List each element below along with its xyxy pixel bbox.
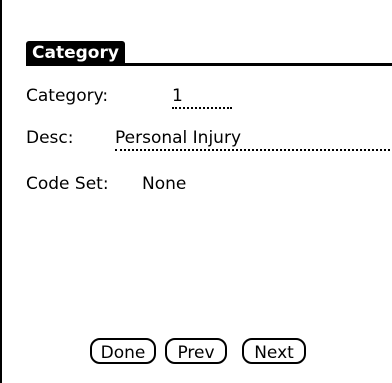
code-set-label: Code Set: <box>26 174 109 194</box>
category-form-screen: Category Category: 1 Desc: Personal Inju… <box>0 0 392 383</box>
screen-border <box>0 0 2 383</box>
done-button[interactable]: Done <box>90 338 156 364</box>
desc-label: Desc: <box>26 128 74 148</box>
category-field[interactable]: 1 <box>172 86 232 109</box>
next-button[interactable]: Next <box>242 338 306 364</box>
prev-button[interactable]: Prev <box>165 338 227 364</box>
category-label: Category: <box>26 86 109 106</box>
code-set-value[interactable]: None <box>142 174 186 194</box>
desc-field[interactable]: Personal Injury <box>115 128 390 151</box>
title-underline <box>26 63 392 66</box>
form-title: Category <box>26 41 125 65</box>
